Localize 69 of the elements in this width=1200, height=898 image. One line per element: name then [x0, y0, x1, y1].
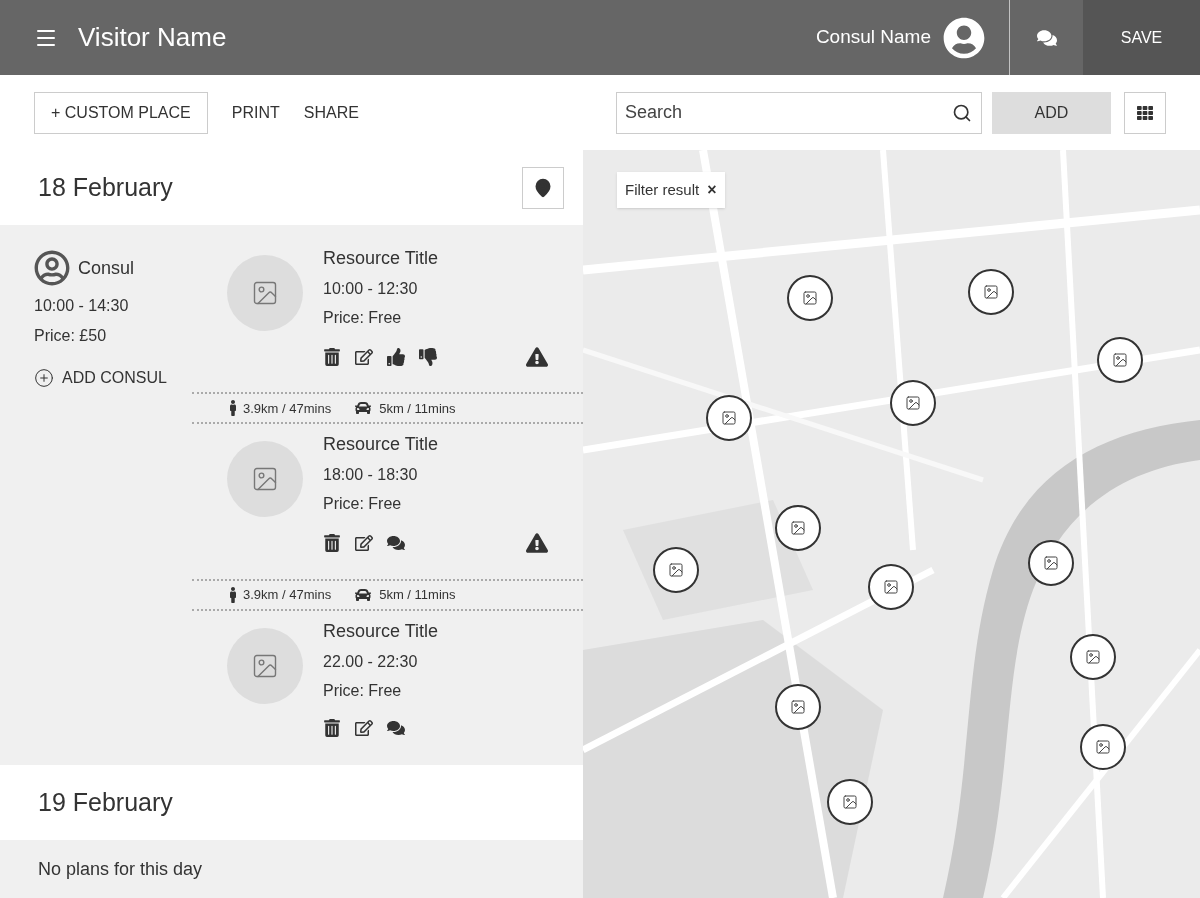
resource-time: 22.00 - 22:30 [323, 651, 419, 672]
filter-label: Filter result [625, 179, 700, 200]
avatar-icon [943, 16, 985, 59]
print-link[interactable]: PRINT [231, 100, 280, 125]
trash-icon[interactable] [323, 348, 341, 366]
trash-icon[interactable] [323, 534, 341, 553]
map-pin-icon [533, 177, 553, 198]
resource-price: Price: Free [323, 308, 403, 328]
grid-button[interactable] [1124, 91, 1166, 134]
trash-icon[interactable] [323, 718, 341, 737]
resource-time: 18:00 - 18:30 [323, 465, 419, 486]
image-icon [790, 699, 806, 715]
walk-distance: 3.9km / 47mins [243, 399, 332, 418]
image-icon [905, 395, 921, 411]
walking-person-icon [227, 400, 239, 417]
no-plans-text: No plans for this day [38, 857, 203, 881]
filter-chip[interactable]: Filter result × [617, 172, 725, 208]
resource-time: 10:00 - 12:30 [323, 279, 419, 299]
car-icon [355, 400, 372, 417]
search-icon[interactable] [952, 102, 972, 123]
location-button[interactable] [522, 166, 564, 209]
thumbs-down-icon[interactable] [419, 348, 437, 366]
image-icon [721, 410, 737, 426]
resource-title: Resource Title [323, 247, 440, 270]
image-icon [251, 279, 279, 307]
close-icon[interactable]: × [707, 182, 717, 198]
add-consul-button[interactable]: ADD CONSUL [34, 366, 192, 390]
drive-distance: 5km / 11mins [379, 399, 456, 418]
comments-icon[interactable] [387, 718, 405, 737]
image-icon [790, 520, 806, 536]
edit-icon[interactable] [355, 348, 373, 366]
resource-title: Resource Title [323, 619, 440, 643]
image-icon [1112, 352, 1128, 368]
image-icon [883, 579, 899, 595]
drive-distance: 5km / 11mins [379, 586, 456, 604]
resource-price: Price: Free [323, 494, 403, 515]
walk-distance: 3.9km / 47mins [243, 586, 332, 604]
day-date: 19 February [38, 786, 173, 818]
custom-place-button[interactable]: + CUSTOM PLACE [34, 91, 208, 134]
resource-price: Price: Free [323, 680, 403, 701]
search-field[interactable]: Search [616, 91, 982, 134]
consul-label: Consul [78, 256, 135, 280]
user-icon [34, 250, 70, 286]
map[interactable]: Filter result × [583, 150, 1200, 898]
day-date: 18 February [38, 171, 173, 203]
image-icon [668, 562, 684, 578]
consul-price: Price: £50 [34, 326, 108, 346]
walking-person-icon [227, 586, 239, 603]
resource-title: Resource Title [323, 433, 440, 457]
edit-icon[interactable] [355, 534, 373, 553]
image-icon [1043, 555, 1059, 571]
chat-icon [1036, 27, 1057, 48]
plus-circle-icon [34, 368, 54, 388]
save-button[interactable]: SAVE [1083, 0, 1200, 75]
comments-icon[interactable] [387, 534, 405, 553]
share-link[interactable]: SHARE [303, 100, 359, 125]
image-icon [1085, 649, 1101, 665]
add-button[interactable]: ADD [992, 91, 1111, 134]
image-icon [983, 284, 999, 300]
visitor-name: Visitor Name [78, 21, 227, 54]
edit-icon[interactable] [355, 718, 373, 737]
car-icon [355, 586, 372, 603]
image-icon [842, 794, 858, 810]
thumbs-up-icon[interactable] [387, 348, 405, 366]
consul-time: 10:00 - 14:30 [34, 296, 130, 316]
image-icon [802, 290, 818, 306]
grid-icon [1137, 104, 1153, 121]
consul-name: Consul Name [815, 25, 931, 50]
image-icon [1095, 739, 1111, 755]
